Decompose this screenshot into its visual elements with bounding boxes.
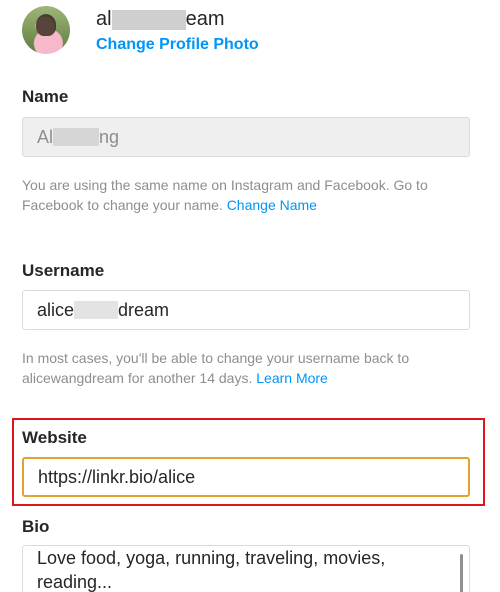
- bio-textarea[interactable]: Love food, yoga, running, traveling, mov…: [22, 545, 470, 592]
- username-label: Username: [22, 261, 105, 280]
- redaction-block: [53, 128, 100, 146]
- bio-label: Bio: [22, 517, 50, 536]
- name-help-text: You are using the same name on Instagram…: [22, 175, 472, 215]
- website-value: https://linkr.bio/alice: [38, 466, 196, 487]
- username-value-end: dream: [118, 299, 170, 320]
- bio-scrollbar[interactable]: [460, 554, 463, 592]
- website-label: Website: [22, 428, 87, 447]
- name-value-start: Al: [37, 126, 54, 147]
- redaction-block: [111, 9, 186, 30]
- avatar[interactable]: [22, 6, 70, 54]
- username-help-text: In most cases, you'll be able to change …: [22, 348, 472, 388]
- name-help-message: You are using the same name on Instagram…: [22, 177, 428, 213]
- profile-username-end: eam: [185, 8, 225, 30]
- username-help-message: In most cases, you'll be able to change …: [22, 350, 410, 386]
- username-input[interactable]: alice dream: [22, 290, 470, 330]
- profile-header: al eam Change Profile Photo: [22, 6, 482, 58]
- profile-username: al eam: [96, 8, 224, 31]
- profile-username-start: al: [96, 8, 112, 30]
- website-input[interactable]: https://linkr.bio/alice: [22, 457, 470, 497]
- name-field: Al ng: [22, 117, 470, 157]
- username-value-start: alice: [37, 299, 75, 320]
- name-label: Name: [22, 87, 69, 106]
- avatar-figure: [36, 14, 56, 36]
- learn-more-link[interactable]: Learn More: [256, 370, 328, 386]
- change-name-link[interactable]: Change Name: [227, 197, 317, 213]
- change-profile-photo-link[interactable]: Change Profile Photo: [96, 36, 259, 54]
- bio-value: Love food, yoga, running, traveling, mov…: [37, 548, 386, 592]
- redaction-block: [74, 301, 119, 319]
- name-value-end: ng: [99, 126, 120, 147]
